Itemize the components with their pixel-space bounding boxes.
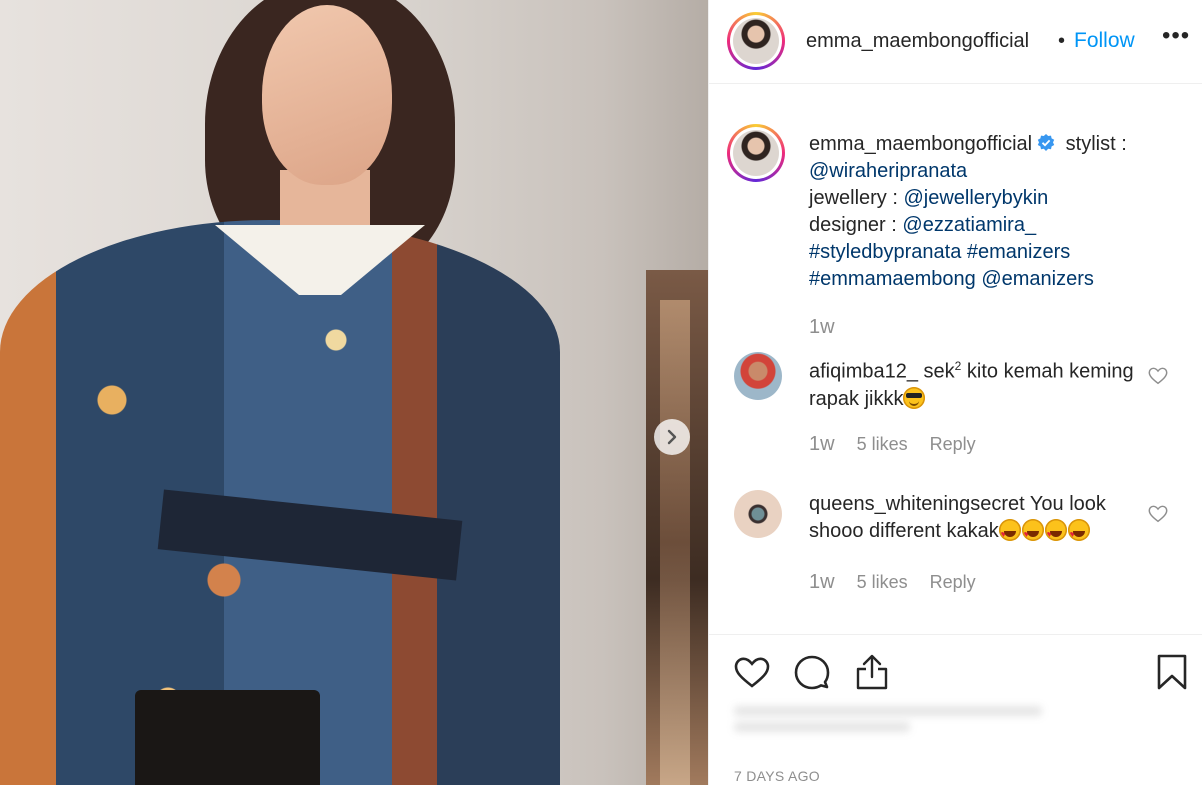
- comment-timestamp[interactable]: 1w: [809, 433, 835, 455]
- bookmark-icon[interactable]: [1153, 653, 1191, 691]
- mention-link[interactable]: @jewellerybykin: [903, 187, 1048, 209]
- heart-eyes-emoji-icon: [998, 519, 1021, 548]
- author-avatar[interactable]: [727, 12, 785, 70]
- more-options-icon[interactable]: •••: [1162, 22, 1190, 50]
- comment-like-heart-icon[interactable]: [1147, 365, 1169, 387]
- author-username-link[interactable]: emma_maembongofficial: [806, 30, 1029, 53]
- hashtag-link[interactable]: #styledbypranata: [809, 241, 961, 263]
- comment-meta: 1w 5 likes Reply: [809, 433, 998, 456]
- caption-timestamp[interactable]: 1w: [809, 316, 835, 339]
- reply-button[interactable]: Reply: [930, 434, 976, 454]
- mention-link[interactable]: @wiraheripranata: [809, 160, 967, 182]
- caption-username-link[interactable]: emma_maembongofficial: [809, 133, 1032, 155]
- comment-text: queens_whiteningsecret You look shooo di…: [809, 491, 1139, 548]
- post-caption: emma_maembongofficial stylist : @wiraher…: [809, 133, 1127, 290]
- mention-link[interactable]: @emanizers: [981, 268, 1094, 290]
- heart-eyes-emoji-icon: [1021, 519, 1044, 548]
- share-icon[interactable]: [853, 653, 891, 691]
- commenter-avatar[interactable]: [734, 490, 782, 538]
- section-divider: [709, 634, 1202, 635]
- sunglasses-emoji-icon: [903, 386, 926, 409]
- comment-like-heart-icon[interactable]: [1147, 503, 1169, 525]
- photo-subject-bag: [135, 690, 320, 785]
- comment-meta: 1w 5 likes Reply: [809, 571, 998, 594]
- hashtag-link[interactable]: #emanizers: [967, 241, 1070, 263]
- comment-text: afiqimba12_ sek2 kito kemah keming rapak…: [809, 359, 1134, 410]
- liked-by-summary-blurred: [734, 700, 1174, 750]
- post-date[interactable]: 7 DAYS AGO: [734, 768, 820, 784]
- comment-timestamp[interactable]: 1w: [809, 571, 835, 593]
- comment-icon[interactable]: [793, 653, 831, 691]
- post-header: emma_maembongofficial • Follow •••: [709, 0, 1202, 84]
- photo-subject-face: [262, 5, 392, 185]
- verified-badge-icon: [1037, 134, 1055, 151]
- post-side-panel: emma_maembongofficial • Follow ••• emma_…: [708, 0, 1202, 785]
- chevron-right-icon: [667, 429, 677, 445]
- next-photo-button[interactable]: [654, 419, 690, 455]
- commenter-username-link[interactable]: afiqimba12_: [809, 361, 918, 383]
- separator-dot: •: [1058, 30, 1066, 52]
- commenter-username-link[interactable]: queens_whiteningsecret: [809, 493, 1025, 515]
- commenter-avatar[interactable]: [734, 352, 782, 400]
- post-photo[interactable]: [0, 0, 708, 785]
- heart-eyes-emoji-icon: [1067, 519, 1090, 548]
- follow-button[interactable]: Follow: [1074, 29, 1135, 53]
- comment-likes-count[interactable]: 5 likes: [857, 572, 908, 592]
- heart-eyes-emoji-icon: [1044, 519, 1067, 548]
- comment-likes-count[interactable]: 5 likes: [857, 434, 908, 454]
- hashtag-link[interactable]: #emmamaembong: [809, 268, 976, 290]
- post-actions-bar: [709, 645, 1202, 701]
- reply-button[interactable]: Reply: [930, 572, 976, 592]
- caption-author-avatar[interactable]: [727, 124, 785, 182]
- heart-icon[interactable]: [733, 653, 771, 691]
- mention-link[interactable]: @ezzatiamira_: [902, 214, 1036, 236]
